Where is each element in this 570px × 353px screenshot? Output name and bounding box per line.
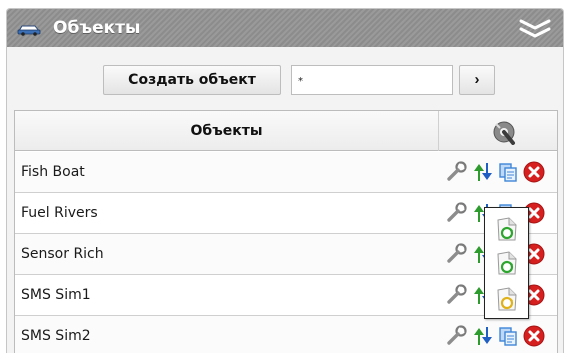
import-export-arrows-icon[interactable]: [471, 161, 493, 183]
import-export-popup-menu: [484, 207, 529, 319]
double-chevron-down-icon[interactable]: [519, 18, 551, 40]
create-object-button[interactable]: Создать объект: [103, 65, 281, 95]
document-green-refresh-icon[interactable]: [495, 216, 519, 242]
objects-panel: Объекты Создать объект › Объекты Fish Bo…: [6, 8, 564, 353]
object-name-link[interactable]: Sensor Rich: [21, 234, 104, 275]
edit-wrench-icon[interactable]: [445, 202, 467, 224]
table-row: Fish Boat: [15, 152, 557, 193]
table-row: Sensor Rich: [15, 234, 557, 275]
table-row: Fuel Rivers: [15, 193, 557, 234]
vehicle-icon: [17, 25, 41, 36]
document-yellow-refresh-icon[interactable]: [495, 286, 519, 312]
object-name-link[interactable]: SMS Sim1: [21, 275, 91, 316]
table-header: Объекты: [15, 111, 557, 151]
object-name-link[interactable]: Fuel Rivers: [21, 193, 98, 234]
delete-icon[interactable]: [523, 325, 545, 347]
object-name-link[interactable]: Fish Boat: [21, 152, 85, 193]
copy-icon[interactable]: [497, 325, 519, 347]
object-name-link[interactable]: SMS Sim2: [21, 316, 91, 353]
objects-table: Объекты Fish Boat Fuel Rivers Sensor Ric…: [14, 110, 558, 353]
edit-wrench-icon[interactable]: [445, 243, 467, 265]
objects-toolbar: Создать объект ›: [7, 47, 563, 109]
panel-title: Объекты: [53, 18, 141, 38]
table-row: SMS Sim1: [15, 275, 557, 316]
copy-icon[interactable]: [497, 161, 519, 183]
object-filter-input[interactable]: [291, 65, 453, 95]
delete-icon[interactable]: [523, 161, 545, 183]
table-header-title: Объекты: [15, 111, 439, 151]
table-row: SMS Sim2: [15, 316, 557, 353]
panel-titlebar: Объекты: [7, 9, 563, 47]
edit-wrench-icon[interactable]: [445, 284, 467, 306]
edit-wrench-icon[interactable]: [445, 325, 467, 347]
import-export-arrows-icon[interactable]: [471, 325, 493, 347]
edit-wrench-icon[interactable]: [445, 161, 467, 183]
document-green-refresh-icon[interactable]: [495, 250, 519, 276]
apply-filter-button[interactable]: ›: [459, 65, 495, 95]
settings-wrench-icon[interactable]: [491, 119, 517, 145]
